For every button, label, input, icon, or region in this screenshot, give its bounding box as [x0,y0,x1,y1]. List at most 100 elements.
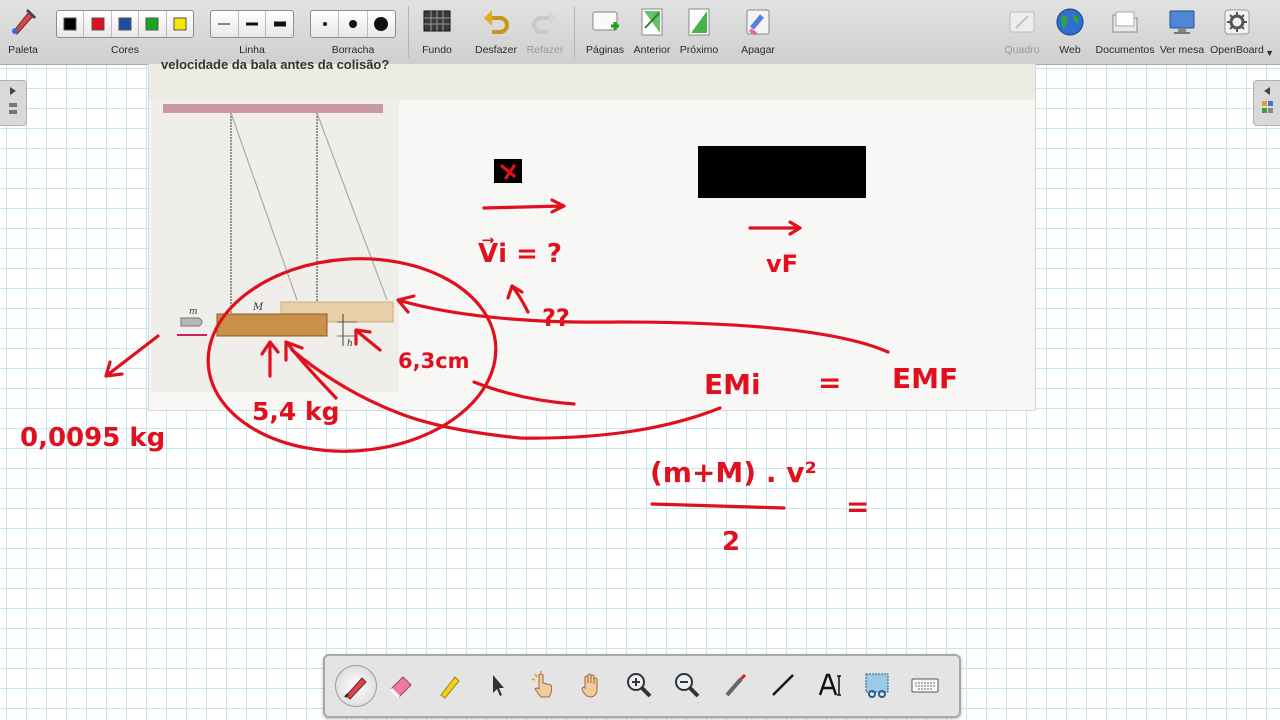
desktop-button[interactable]: Ver mesa [1158,0,1206,64]
line-width-selector [210,10,294,38]
kinetic-numerator-text: (m+M) . v² [650,456,817,489]
text-tool-button[interactable] [811,665,851,705]
zoom-out-icon [675,673,700,698]
top-toolbar: Paleta Cores Linha Borracha Fundo Desfaz… [0,0,1280,65]
kinetic-equals-text: = [846,490,869,523]
redo-icon [532,10,557,34]
next-page-icon [688,8,710,36]
kinetic-denominator-text: 2 [722,527,740,557]
laser-pointer-tool-button[interactable] [715,665,755,705]
document-header-strip: velocidade da bala antes da colisão? [149,57,1035,100]
clear-page-button[interactable]: Apagar [734,0,782,64]
pen-tool-button[interactable] [335,665,377,707]
background-grid-icon [423,10,451,32]
palette-button[interactable]: Paleta [0,0,46,64]
undo-icon [484,10,509,34]
ink-fraction-bar [650,502,786,510]
documents-label: Documentos [1095,44,1155,56]
redo-button[interactable]: Refazer [522,0,568,64]
color-black-button[interactable] [57,11,85,37]
board-mode-button[interactable]: Quadro [1000,0,1044,64]
expand-left-panel-icon [9,87,17,114]
zoom-in-tool-button[interactable] [619,665,659,705]
toolbar-divider [408,6,409,58]
hand-tool-button[interactable] [571,665,611,705]
eraser-size-selector [310,10,396,38]
line-medium-button[interactable] [239,11,267,37]
color-blue-button[interactable] [112,11,140,37]
pendulum-illustration: m M h [163,104,394,349]
board-icon [1009,11,1035,33]
highlighter-tool-button[interactable] [429,665,469,705]
line-thin-button[interactable] [211,11,239,37]
zoom-out-tool-button[interactable] [667,665,707,705]
tool-dock [323,654,961,718]
palette-icon [12,8,37,35]
keyboard-icon [911,678,939,693]
line-label: Linha [239,44,265,56]
block-mass-symbol: M [252,302,264,313]
toolbar-overflow-icon[interactable]: ▼ [1265,48,1274,58]
eraser-small-button[interactable] [311,11,340,37]
select-tool-button[interactable] [477,665,517,705]
next-page-button[interactable]: Próximo [676,0,722,64]
eraser-icon [389,676,412,699]
desktop-monitor-icon [1169,10,1195,34]
documents-button[interactable]: Documentos [1094,0,1156,64]
text-icon [818,673,841,696]
colors-group: Cores [56,0,194,64]
height-symbol: h [347,339,353,349]
gear-icon [1224,9,1250,35]
previous-label: Anterior [633,44,671,56]
web-label: Web [1059,44,1081,56]
bullet-mass-symbol: m [189,307,198,317]
clear-page-icon [746,9,770,36]
web-button[interactable]: Web [1048,0,1092,64]
next-label: Próximo [679,44,719,56]
left-panel-toggle[interactable] [0,80,27,126]
background-button[interactable]: Fundo [414,0,460,64]
undo-label: Desfazer [474,44,517,56]
previous-page-icon [641,8,663,36]
eraser-group: Borracha [310,0,396,64]
undo-button[interactable]: Desfazer [472,0,520,64]
zoom-in-icon [627,673,652,698]
color-yellow-button[interactable] [167,11,193,37]
pages-button[interactable]: Páginas [582,0,628,64]
folder-icon [1112,11,1138,33]
pages-label: Páginas [586,44,624,56]
line-icon [772,674,794,696]
board-label: Quadro [1004,44,1040,56]
palette-label: Paleta [8,44,38,56]
line-tool-button[interactable] [763,665,803,705]
color-red-button[interactable] [84,11,112,37]
expand-right-panel-icon [1262,87,1273,113]
openboard-label: OpenBoard [1210,44,1264,56]
interact-tool-button[interactable] [523,665,563,705]
line-thick-button[interactable] [266,11,293,37]
right-panel-toggle[interactable] [1253,80,1280,126]
color-green-button[interactable] [139,11,167,37]
eraser-tool-button[interactable] [381,665,421,705]
capture-tool-button[interactable] [857,665,897,705]
keyboard-tool-button[interactable] [905,665,945,705]
background-label: Fundo [422,44,452,56]
color-selector [56,10,194,38]
toolbar-divider [574,6,575,58]
eraser-large-button[interactable] [368,11,395,37]
redo-label: Refazer [526,44,564,56]
clear-label: Apagar [741,44,775,56]
cursor-arrow-icon [493,675,504,696]
eraser-medium-button[interactable] [339,11,368,37]
add-page-icon [592,11,619,31]
document-title: velocidade da bala antes da colisão? [161,57,390,72]
ballistic-pendulum-figure: m M h [151,100,399,392]
embedded-document: velocidade da bala antes da colisão? m M… [148,57,1036,411]
highlighter-icon [440,676,460,699]
previous-page-button[interactable]: Anterior [630,0,674,64]
line-group: Linha [210,0,294,64]
openboard-settings-button[interactable]: OpenBoard [1208,0,1266,64]
bullet-mass-text: 0,0095 kg [20,423,165,453]
colors-label: Cores [110,44,139,56]
laser-pointer-icon [725,673,747,697]
